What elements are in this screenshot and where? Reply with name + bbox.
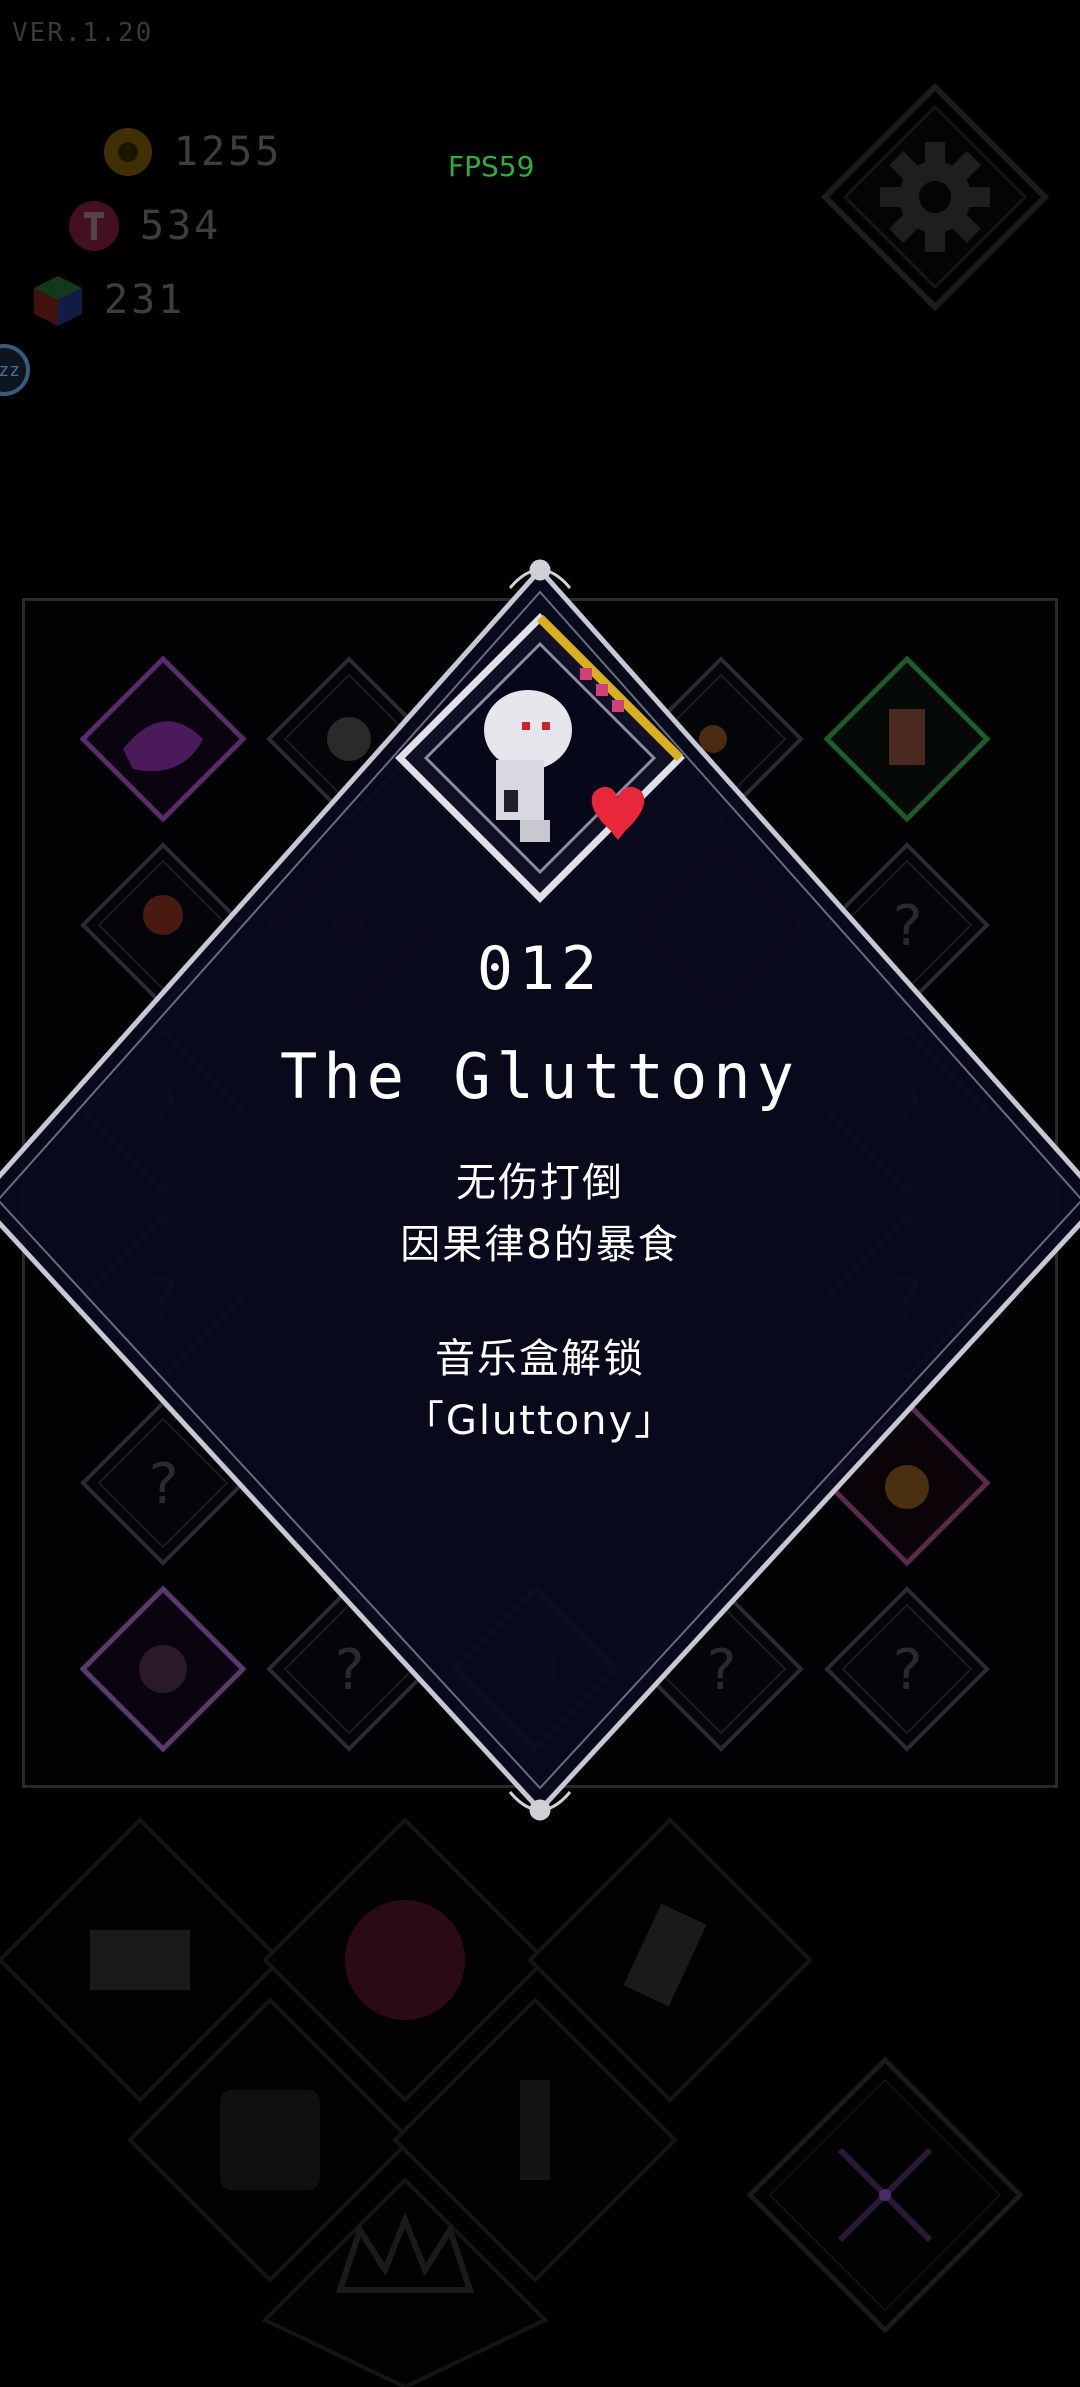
cube-icon [34,276,82,326]
achievement-cell[interactable]: ? [825,1587,989,1751]
achievement-number: 012 [476,934,604,1004]
currency-tokens: 534 [66,198,221,254]
svg-text:?: ? [146,1452,180,1517]
svg-text:?: ? [704,1638,738,1703]
currency-cubes: 231 [30,272,185,328]
achievement-title: The Gluttony [280,1040,800,1113]
close-menu-button[interactable] [746,2056,1024,2334]
gear-icon [880,142,990,252]
achievement-cell[interactable] [267,657,431,821]
condition-line-1: 无伤打倒 [456,1160,624,1206]
achievement-cell[interactable] [823,655,991,823]
settings-button[interactable] [820,82,1050,312]
achievement-cell[interactable]: ? [267,1587,431,1751]
gears-count: 1255 [174,129,283,175]
achievement-cell[interactable] [451,1585,619,1753]
ornament-top [508,559,572,589]
reward-line-2: 「Gluttony」 [403,1398,677,1444]
tokens-count: 534 [140,203,222,249]
pink-token-icon [69,201,119,251]
svg-text:?: ? [890,1638,924,1703]
achievement-reward: 音乐盒解锁 「Gluttony」 [0,1328,1080,1452]
svg-text:?: ? [332,1638,366,1703]
achievement-cell[interactable]: ? [639,1587,803,1751]
condition-line-2: 因果律8的暴食 [400,1222,680,1268]
gear-coin-icon [104,128,152,176]
cubes-count: 231 [104,277,186,323]
fps-counter: FPS59 [448,150,535,183]
achievement-cell[interactable] [79,1585,247,1753]
currency-gears: 1255 [100,124,282,180]
game-screen: VER.1.20 1255 534 231 FPS59 zz ? ? ? ? ?… [0,0,1080,2387]
sleep-badge[interactable]: zz [0,344,30,396]
reward-line-1: 音乐盒解锁 [435,1336,645,1382]
achievement-cell[interactable] [79,655,247,823]
achievement-condition: 无伤打倒 因果律8的暴食 [0,1152,1080,1276]
version-label: VER.1.20 [12,18,154,48]
bottom-menu [0,1817,1024,2387]
achievement-cell[interactable] [639,657,803,821]
